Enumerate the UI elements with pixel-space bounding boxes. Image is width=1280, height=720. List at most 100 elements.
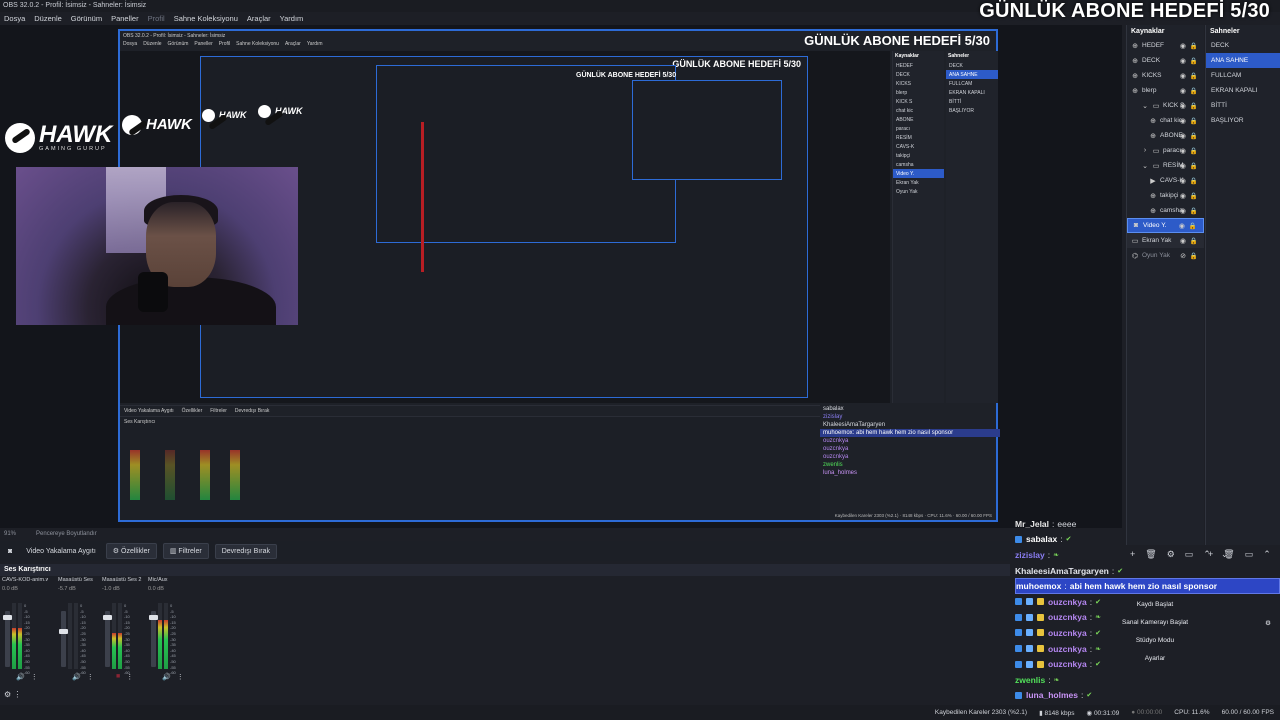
- eye-icon[interactable]: ◉: [1180, 237, 1186, 245]
- eye-icon[interactable]: ◉: [1179, 222, 1185, 230]
- fader-knob[interactable]: [149, 615, 158, 620]
- eye-icon[interactable]: ◉: [1180, 177, 1186, 185]
- lock-icon[interactable]: 🔒: [1190, 42, 1198, 50]
- source-item[interactable]: ⌄ ▭ KICK S ◉ 🔒: [1127, 98, 1204, 113]
- start-virtual-camera-button[interactable]: Sanal Kamerayı Başlat: [1100, 619, 1210, 626]
- scene-item[interactable]: DECK: [1206, 38, 1280, 53]
- eye-icon[interactable]: ◉: [1180, 102, 1186, 110]
- lock-icon[interactable]: 🔒: [1190, 147, 1198, 155]
- source-item[interactable]: ▶ CAVS-K ◉ 🔒: [1127, 173, 1204, 188]
- chat-badge-icon: [1037, 645, 1044, 653]
- source-item[interactable]: › ▭ paracı ◉ 🔒: [1127, 143, 1204, 158]
- eye-icon[interactable]: ◉: [1180, 72, 1186, 80]
- eye-icon[interactable]: ◉: [1180, 192, 1186, 200]
- speaker-icon[interactable]: 🔊: [16, 673, 25, 681]
- fader-knob[interactable]: [3, 615, 12, 620]
- eye-icon[interactable]: ◉: [1180, 162, 1186, 170]
- fader-knob[interactable]: [59, 629, 68, 634]
- filters-button[interactable]: ▥ Filtreler: [162, 543, 209, 559]
- volume-fader[interactable]: [59, 611, 68, 667]
- preview-canvas[interactable]: OBS 32.0.2 - Profil: İsimsiz - Sahneler:…: [0, 25, 1122, 528]
- chevron-down-icon[interactable]: ⌄: [1141, 102, 1149, 110]
- lock-icon[interactable]: 🔒: [1190, 132, 1198, 140]
- volume-fader[interactable]: [3, 611, 12, 667]
- source-item[interactable]: ⊕ chat kic ◉ 🔒: [1127, 113, 1204, 128]
- eye-icon[interactable]: ◉: [1180, 132, 1186, 140]
- scene-item[interactable]: FULLCAM: [1206, 68, 1280, 83]
- muted-speaker-icon[interactable]: ■: [116, 673, 120, 681]
- scene-item-selected[interactable]: ANA SAHNE: [1206, 53, 1280, 68]
- scene-item[interactable]: BİTTİ: [1206, 98, 1280, 113]
- fit-to-window[interactable]: Pencereye Boyutlandır: [36, 531, 97, 537]
- source-item[interactable]: ⊕ camsha ◉ 🔒: [1127, 203, 1204, 218]
- lock-icon[interactable]: 🔒: [1190, 72, 1198, 80]
- source-label: Video Y.: [1143, 222, 1167, 229]
- source-item-selected[interactable]: ◙ Video Y. ◉ 🔒: [1127, 218, 1204, 233]
- menu-araclar[interactable]: Araçlar: [247, 12, 271, 25]
- eye-icon[interactable]: ◉: [1180, 207, 1186, 215]
- more-icon[interactable]: ⋮: [126, 673, 133, 681]
- menu-dosya[interactable]: Dosya: [4, 12, 25, 25]
- lock-icon[interactable]: 🔒: [1190, 87, 1198, 95]
- deactivate-button[interactable]: Devredışı Bırak: [214, 543, 277, 559]
- lock-icon[interactable]: 🔒: [1190, 102, 1198, 110]
- lock-icon[interactable]: 🔒: [1190, 252, 1198, 260]
- menu-duzenle[interactable]: Düzenle: [34, 12, 62, 25]
- settings-button[interactable]: Ayarlar: [1115, 655, 1195, 662]
- volume-fader[interactable]: [103, 611, 112, 667]
- source-item[interactable]: ⊕ blerp ◉ 🔒: [1127, 83, 1204, 98]
- volume-fader[interactable]: [149, 611, 158, 667]
- eye-icon[interactable]: ◉: [1180, 87, 1186, 95]
- eye-hidden-icon[interactable]: ⊘: [1180, 252, 1186, 260]
- lock-icon[interactable]: 🔒: [1190, 177, 1198, 185]
- chat-separator: :: [1048, 674, 1051, 685]
- lock-icon[interactable]: 🔒: [1190, 117, 1198, 125]
- source-item[interactable]: ⌄ ▭ RESİM ◉ 🔒: [1127, 158, 1204, 173]
- source-item[interactable]: ⊕ DECK ◉ 🔒: [1127, 53, 1204, 68]
- properties-button[interactable]: ⚙ Özellikler: [105, 543, 157, 559]
- menu-gorunum[interactable]: Görünüm: [71, 12, 102, 25]
- gear-icon[interactable]: ⚙: [1262, 619, 1274, 627]
- eye-icon[interactable]: ◉: [1180, 117, 1186, 125]
- chevron-right-icon[interactable]: ›: [1141, 147, 1149, 154]
- mixer-settings-icon[interactable]: ⚙ ⋮: [4, 690, 21, 699]
- fader-knob[interactable]: [103, 615, 112, 620]
- emote-icon: ✔: [1065, 536, 1072, 544]
- db-scale: 0 -5 -10 -15 -20 -25 -30 -35 -40 -45 -50 -55 -60: [24, 603, 30, 676]
- source-item[interactable]: ⊕ KICKS ◉ 🔒: [1127, 68, 1204, 83]
- eye-icon[interactable]: ◉: [1180, 147, 1186, 155]
- start-recording-button[interactable]: Kaydı Başlat: [1115, 601, 1195, 608]
- chevron-down-icon[interactable]: ⌄: [1141, 162, 1149, 170]
- lock-icon[interactable]: 🔒: [1189, 222, 1197, 230]
- more-icon[interactable]: ⋮: [177, 673, 184, 681]
- menu-yardim[interactable]: Yardım: [280, 12, 304, 25]
- gear-icon: ⚙: [112, 548, 122, 555]
- more-icon[interactable]: ⋮: [31, 673, 38, 681]
- hawk-logo-nested-2: HAWK: [202, 109, 247, 122]
- source-item[interactable]: ⊕ takipçi ◉ 🔒: [1127, 188, 1204, 203]
- source-item[interactable]: ⌬ Oyun Yak ⊘ 🔒: [1127, 248, 1204, 263]
- source-item[interactable]: ⊕ ABONE ◉ 🔒: [1127, 128, 1204, 143]
- scene-item[interactable]: BAŞLIYOR: [1206, 113, 1280, 128]
- chat-separator: :: [1064, 581, 1067, 592]
- speaker-icon[interactable]: 🔊: [72, 673, 81, 681]
- chat-badge-icon: [1037, 660, 1044, 668]
- menu-profil[interactable]: Profil: [148, 12, 165, 25]
- eye-icon[interactable]: ◉: [1180, 42, 1186, 50]
- source-item[interactable]: ▭ Ekran Yak ◉ 🔒: [1127, 233, 1204, 248]
- lock-icon[interactable]: 🔒: [1190, 207, 1198, 215]
- menu-paneller[interactable]: Paneller: [111, 12, 139, 25]
- lock-icon[interactable]: 🔒: [1190, 162, 1198, 170]
- camera-icon: ◙: [8, 547, 13, 555]
- speaker-icon[interactable]: 🔊: [162, 673, 171, 681]
- source-item[interactable]: ⊕ HEDEF ◉ 🔒: [1127, 38, 1204, 53]
- lock-icon[interactable]: 🔒: [1190, 192, 1198, 200]
- zoom-level[interactable]: 91%: [4, 531, 16, 537]
- lock-icon[interactable]: 🔒: [1190, 237, 1198, 245]
- eye-icon[interactable]: ◉: [1180, 57, 1186, 65]
- more-icon[interactable]: ⋮: [87, 673, 94, 681]
- scene-item[interactable]: EKRAN KAPALI: [1206, 83, 1280, 98]
- studio-mode-button[interactable]: Stüdyo Modu: [1115, 637, 1195, 644]
- menu-sahne-koleksiyonu[interactable]: Sahne Koleksiyonu: [174, 12, 238, 25]
- lock-icon[interactable]: 🔒: [1190, 57, 1198, 65]
